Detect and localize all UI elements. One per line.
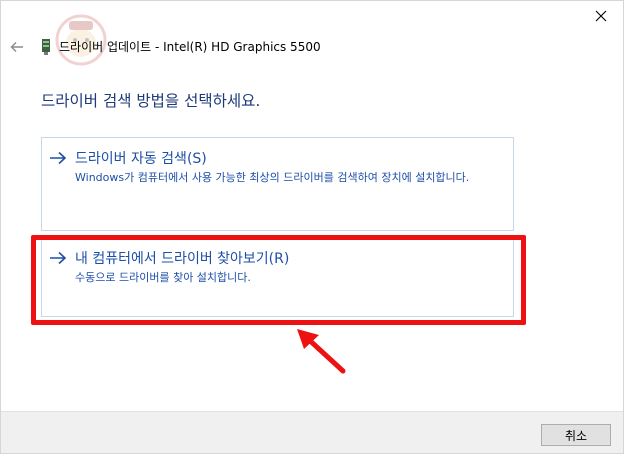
close-button[interactable] [581, 1, 621, 31]
arrow-right-icon [50, 151, 67, 165]
auto-search-title: 드라이버 자동 검색(S) [75, 151, 207, 167]
browse-computer-title: 내 컴퓨터에서 드라이버 찾아보기(R) [75, 251, 290, 267]
dialog-footer: 취소 [1, 411, 623, 453]
driver-update-dialog: 드라이버 업데이트 - Intel(R) HD Graphics 5500 드라… [0, 0, 624, 454]
window-title: 드라이버 업데이트 - Intel(R) HD Graphics 5500 [59, 40, 321, 54]
browse-computer-option[interactable]: 내 컴퓨터에서 드라이버 찾아보기(R) 수동으로 드라이버를 찾아 설치합니다… [41, 237, 514, 317]
page-heading: 드라이버 검색 방법을 선택하세요. [41, 92, 261, 110]
cancel-button[interactable]: 취소 [541, 424, 611, 446]
arrow-right-icon [50, 251, 67, 265]
red-pointer-arrow-icon [297, 329, 346, 374]
close-icon [595, 10, 607, 22]
display-adapter-icon [42, 39, 50, 55]
back-arrow-icon [10, 42, 23, 52]
auto-search-description: Windows가 컴퓨터에서 사용 가능한 최상의 드라이버를 검색하여 장치에… [75, 171, 470, 184]
auto-search-option[interactable]: 드라이버 자동 검색(S) Windows가 컴퓨터에서 사용 가능한 최상의 … [41, 137, 514, 231]
browse-computer-description: 수동으로 드라이버를 찾아 설치합니다. [75, 271, 251, 284]
back-button[interactable] [7, 37, 27, 57]
